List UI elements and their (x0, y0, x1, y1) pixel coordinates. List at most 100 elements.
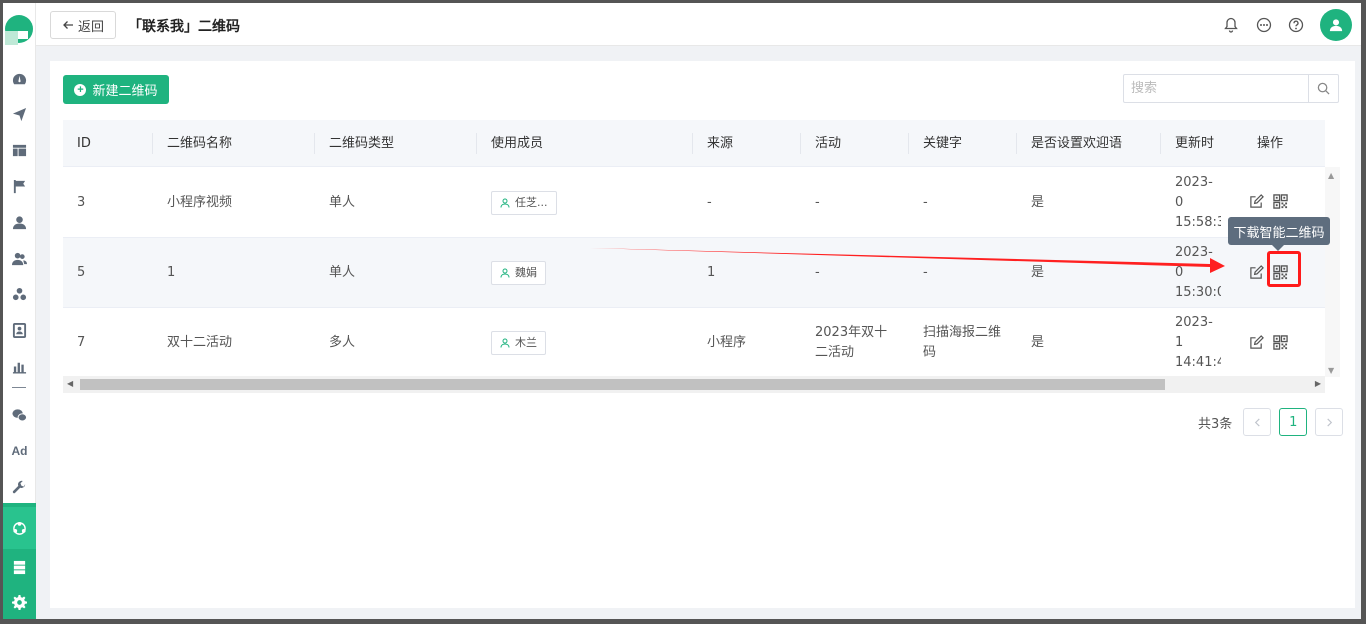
ad-icon[interactable]: Ad (3, 437, 36, 465)
column-header-updated[interactable]: 更新时 (1161, 120, 1221, 167)
dashboard-icon[interactable] (3, 65, 36, 93)
cell-id: 7 (77, 334, 86, 350)
column-header-actions: 操作 (1257, 136, 1284, 151)
search-box (1123, 74, 1339, 103)
column-header-activity[interactable]: 活动 (801, 120, 909, 167)
user-avatar[interactable] (1320, 9, 1352, 41)
layout-icon[interactable] (3, 136, 36, 164)
group-icon[interactable] (3, 280, 36, 308)
cell-updated: 2023-1 14:41:4 (1161, 308, 1221, 377)
member-name: 任芝... (515, 195, 548, 209)
next-page-button[interactable] (1315, 408, 1344, 436)
app-window: Ad 返回 「联系我」二维码 + 新建二维码 搜索 ID 二维码名称 二维码类型… (3, 3, 1361, 619)
cell-actions (1243, 308, 1325, 377)
bar-chart-icon[interactable] (3, 352, 36, 380)
ad-label: Ad (11, 444, 28, 458)
search-icon (1317, 82, 1330, 95)
table-header: ID 二维码名称 二维码类型 使用成员 来源 活动 关键字 是否设置欢迎语 更新… (63, 120, 1325, 167)
cell-welcome: 是 (1031, 194, 1045, 210)
column-header-id[interactable]: ID (63, 120, 153, 167)
member-tag[interactable]: 木兰 (491, 330, 546, 355)
scroll-left-icon[interactable]: ◀ (67, 379, 73, 388)
member-name: 魏娟 (515, 265, 537, 279)
updated-date: 2023-1 (1175, 314, 1213, 350)
sidebar-active-group (3, 503, 36, 619)
qrcode-table: ID 二维码名称 二维码类型 使用成员 来源 活动 关键字 是否设置欢迎语 更新… (63, 120, 1340, 393)
wrench-icon[interactable] (3, 473, 36, 501)
send-icon[interactable] (3, 100, 36, 128)
download-qrcode-tooltip: 下载智能二维码 (1228, 217, 1330, 251)
search-button[interactable] (1308, 75, 1338, 102)
cell-welcome: 是 (1031, 334, 1045, 350)
edit-icon[interactable] (1248, 334, 1264, 350)
top-header: 返回 「联系我」二维码 (36, 3, 1361, 46)
chevron-right-icon (1327, 417, 1332, 427)
member-name: 木兰 (515, 335, 537, 349)
edit-icon[interactable] (1248, 193, 1264, 209)
cell-name: 双十二活动 (167, 334, 233, 350)
member-tag[interactable]: 魏娟 (491, 260, 546, 285)
help-icon[interactable] (1287, 16, 1304, 33)
member-tag[interactable]: 任芝... (491, 190, 557, 215)
table-row: 7 双十二活动 多人 木兰 小程序 2023年双十二活动 扫描海报二维码 是 2… (63, 308, 1325, 378)
qrcode-icon[interactable] (1272, 193, 1288, 209)
bell-icon[interactable] (1222, 16, 1239, 33)
column-header-welcome[interactable]: 是否设置欢迎语 (1017, 120, 1161, 167)
scroll-up-icon[interactable]: ▲ (1328, 171, 1334, 180)
scroll-right-icon[interactable]: ▶ (1315, 379, 1321, 388)
cell-member: 木兰 (477, 308, 693, 377)
cell-keyword: - (923, 194, 928, 210)
contact-card-icon[interactable] (3, 316, 36, 344)
new-qrcode-button[interactable]: + 新建二维码 (63, 75, 169, 104)
user-outline-icon (500, 338, 510, 348)
cell-keyword: - (923, 264, 928, 280)
sidebar-divider (12, 387, 26, 388)
cell-source: - (707, 194, 712, 210)
cell-source: 1 (707, 264, 716, 280)
server-icon[interactable] (3, 553, 36, 581)
sidebar: Ad (3, 3, 36, 619)
vertical-scrollbar[interactable]: ▲ ▼ (1325, 167, 1340, 377)
cell-name: 小程序视频 (167, 194, 233, 210)
arrow-left-icon (63, 21, 73, 29)
user-icon[interactable] (3, 208, 36, 236)
column-header-keyword[interactable]: 关键字 (909, 120, 1017, 167)
prev-page-button[interactable] (1243, 408, 1272, 436)
cell-member: 任芝... (477, 168, 693, 237)
flag-icon[interactable] (3, 172, 36, 200)
cell-type: 单人 (329, 264, 356, 280)
updated-time: 14:41:4 (1175, 354, 1221, 370)
column-header-member[interactable]: 使用成员 (477, 120, 693, 167)
cell-type: 多人 (329, 334, 356, 350)
page-number-button[interactable]: 1 (1279, 408, 1308, 436)
column-header-name[interactable]: 二维码名称 (153, 120, 315, 167)
cell-updated: 2023-0 15:30:0 (1161, 238, 1221, 307)
chevron-left-icon (1254, 417, 1260, 427)
updated-date: 2023-0 (1175, 174, 1213, 210)
qrcode-icon[interactable] (1272, 334, 1288, 350)
scroll-down-icon[interactable]: ▼ (1328, 366, 1334, 375)
table-row: 5 1 单人 魏娟 1 - - 是 2023-0 15:30:0 (63, 238, 1325, 308)
user-icon (1329, 19, 1343, 32)
column-header-type[interactable]: 二维码类型 (315, 120, 477, 167)
horizontal-scrollbar[interactable]: ◀ ▶ (63, 376, 1325, 393)
cell-type: 单人 (329, 194, 356, 210)
users-icon[interactable] (3, 244, 36, 272)
message-icon[interactable] (1255, 16, 1272, 33)
column-header-source[interactable]: 来源 (693, 120, 801, 167)
cell-name: 1 (167, 264, 176, 280)
search-input[interactable] (1124, 75, 1308, 102)
network-icon[interactable] (3, 514, 36, 542)
cell-activity: 2023年双十二活动 (815, 324, 888, 360)
cell-member: 魏娟 (477, 238, 693, 307)
cell-welcome: 是 (1031, 264, 1045, 280)
gear-icon[interactable] (3, 588, 36, 616)
main-panel: + 新建二维码 ID 二维码名称 二维码类型 使用成员 来源 活动 关键字 是否… (50, 61, 1355, 608)
edit-icon[interactable] (1248, 264, 1264, 280)
cell-activity: - (815, 264, 820, 280)
new-qrcode-label: 新建二维码 (92, 83, 158, 98)
back-button[interactable]: 返回 (50, 11, 116, 39)
updated-time: 15:58:3 (1175, 214, 1221, 230)
scrollbar-thumb[interactable] (80, 379, 1165, 390)
wechat-icon[interactable] (3, 401, 36, 429)
